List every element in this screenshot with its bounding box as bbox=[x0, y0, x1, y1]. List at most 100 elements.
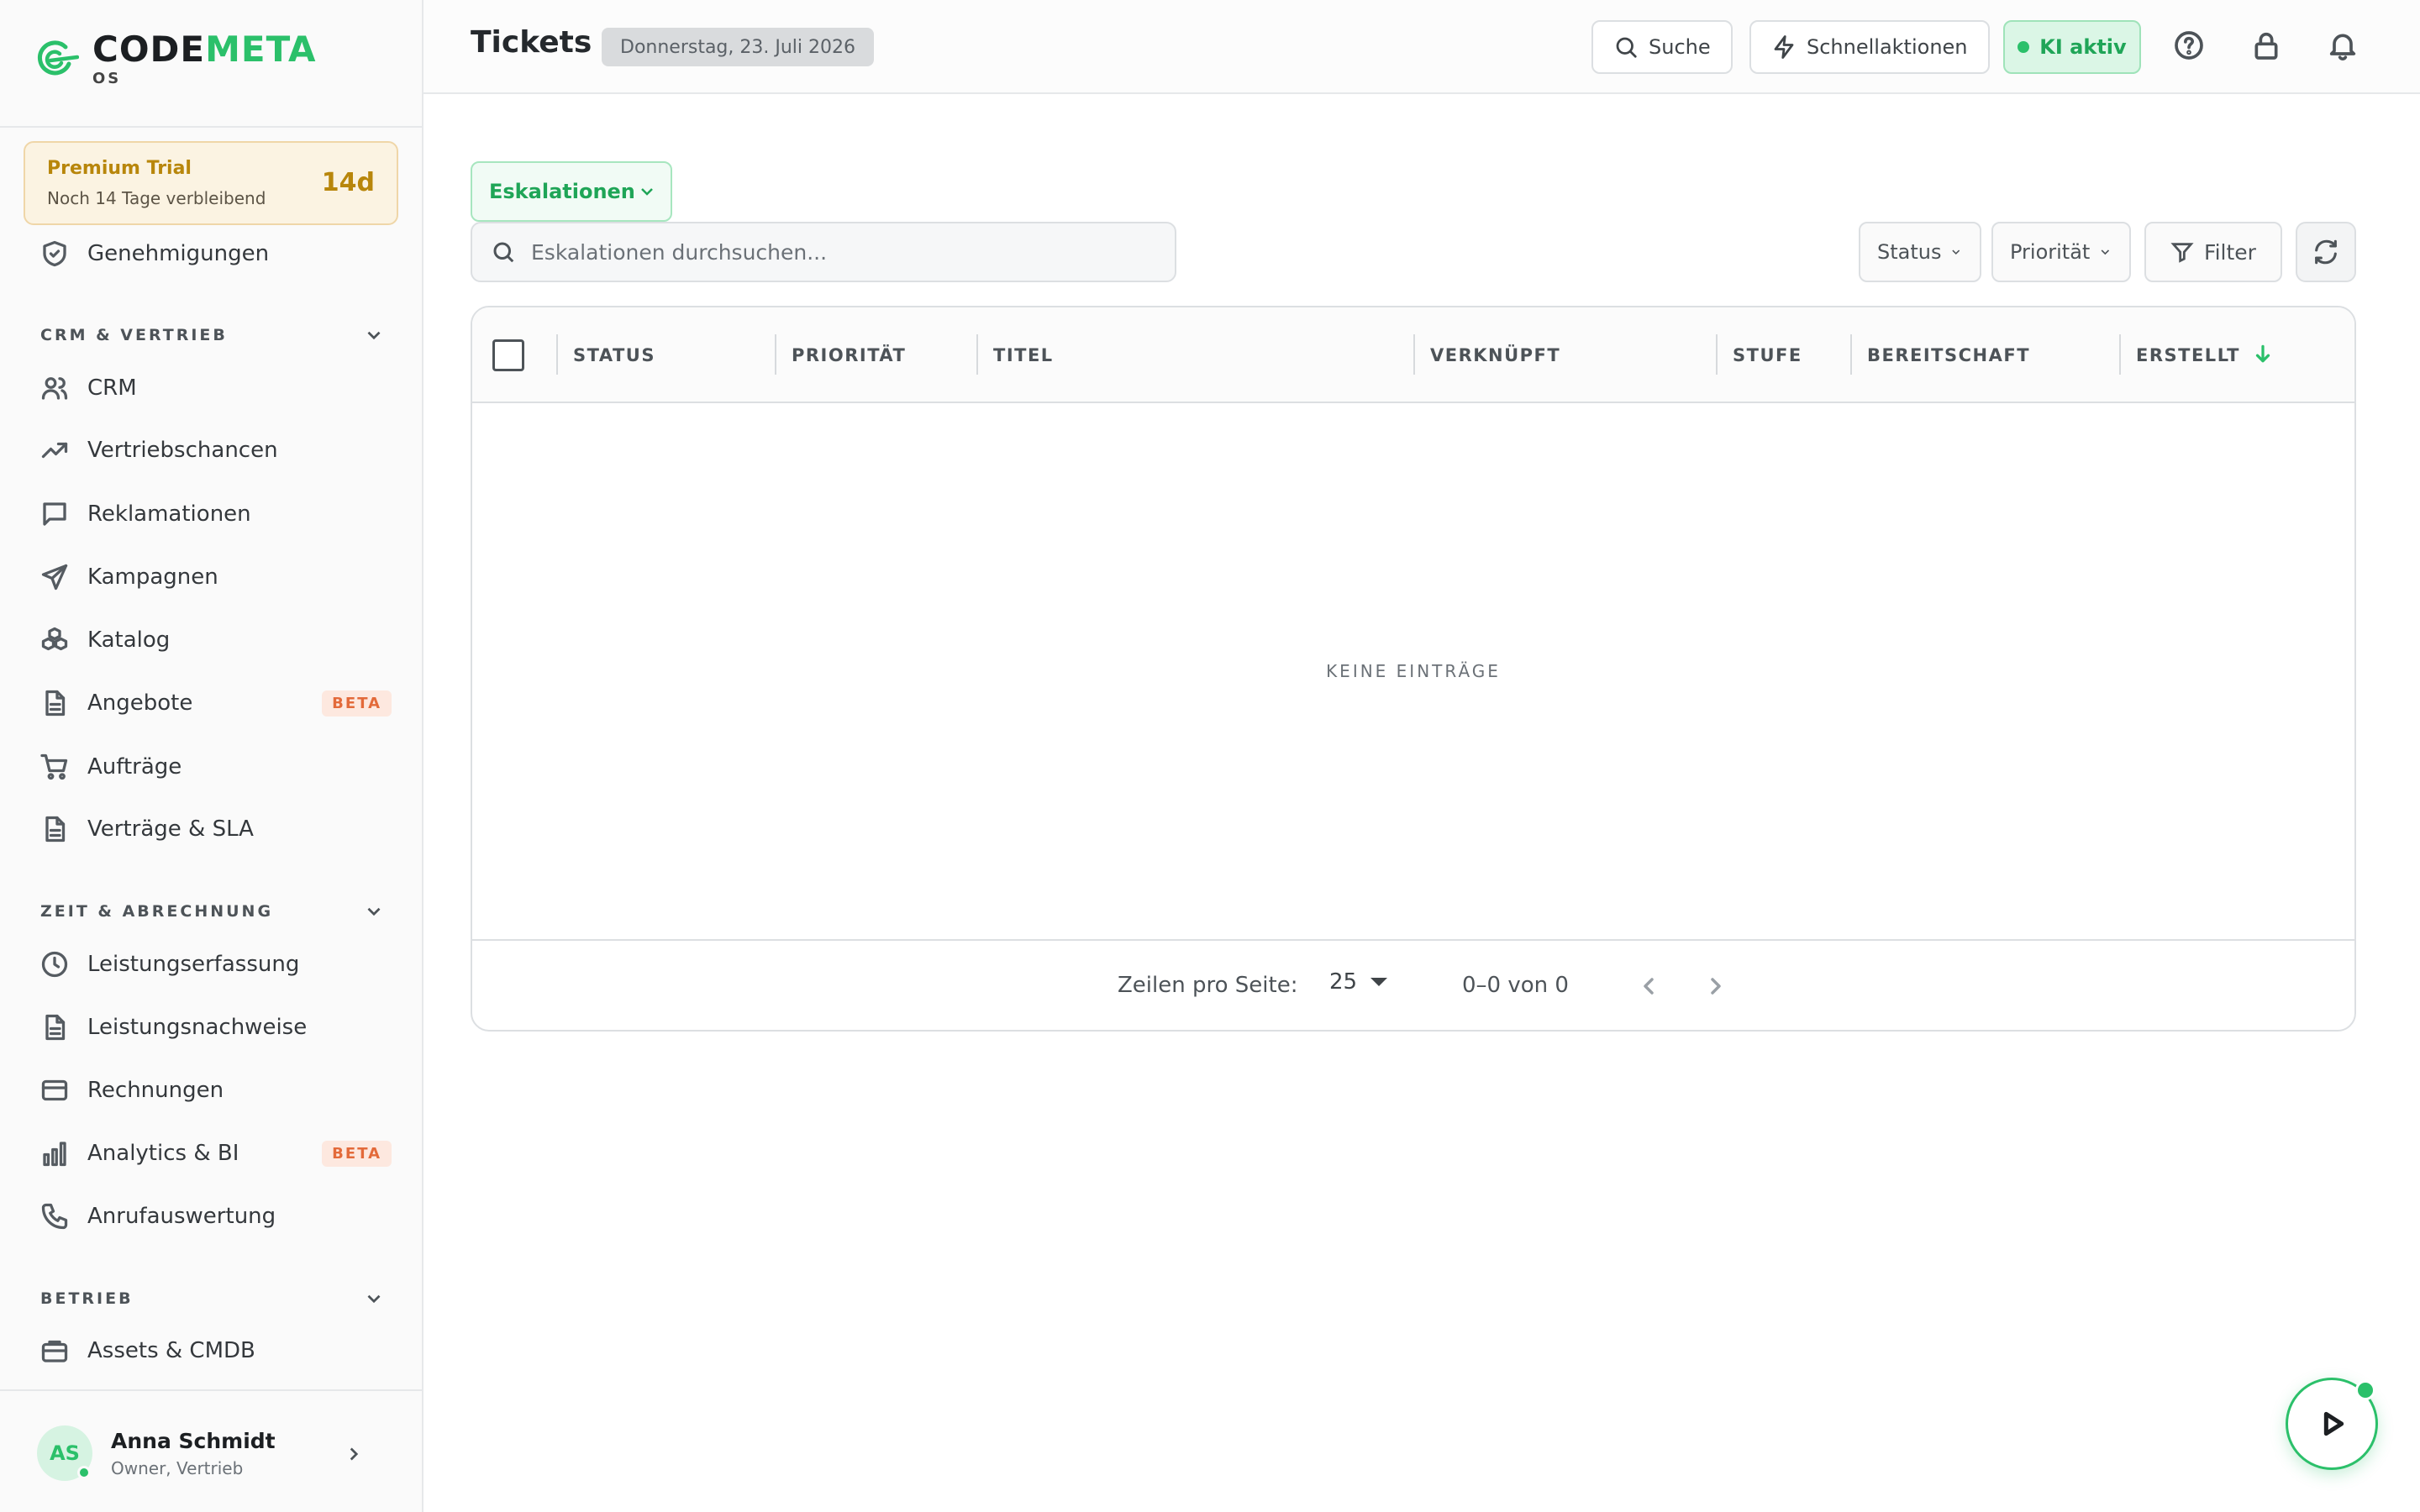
status-filter-dropdown[interactable]: Status bbox=[1859, 222, 1981, 282]
chevron-down-icon bbox=[1952, 249, 1960, 255]
next-page-button[interactable] bbox=[1702, 973, 1731, 1001]
beta-badge: BETA bbox=[322, 690, 392, 717]
search-icon bbox=[493, 242, 514, 263]
user-profile[interactable]: AS Anna Schmidt Owner, Vertrieb bbox=[37, 1423, 390, 1483]
sidebar-item-label: Reklamationen bbox=[87, 501, 251, 527]
logo-icon bbox=[37, 40, 79, 76]
column-titel[interactable]: TITEL bbox=[993, 307, 1054, 403]
table-header: STATUS PRIORITÄT TITEL VERKNÜPFT STUFE B… bbox=[472, 307, 2354, 403]
filter-button[interactable]: Filter bbox=[2144, 222, 2282, 282]
status-dot bbox=[2018, 41, 2030, 53]
column-separator bbox=[1413, 334, 1415, 375]
column-separator bbox=[556, 334, 558, 375]
sidebar-item-vertraege-sla[interactable]: Verträge & SLA bbox=[39, 809, 392, 849]
chevron-down-icon bbox=[367, 331, 381, 340]
file-text-icon bbox=[39, 813, 71, 845]
column-bereitschaft[interactable]: BEREITSCHAFT bbox=[1867, 307, 2030, 403]
search-button[interactable]: Suche bbox=[1591, 20, 1733, 74]
chevron-down-icon bbox=[2101, 249, 2110, 255]
bell-icon bbox=[2329, 34, 2356, 60]
sidebar-item-label: Katalog bbox=[87, 627, 171, 653]
sidebar-item-crm[interactable]: CRM bbox=[39, 368, 392, 408]
lock-button[interactable] bbox=[2249, 29, 2285, 64]
column-prioritaet[interactable]: PRIORITÄT bbox=[792, 307, 906, 403]
sidebar-item-vertriebschancen[interactable]: Vertriebschancen bbox=[39, 430, 392, 470]
cart-icon bbox=[39, 751, 71, 783]
arrow-down-icon bbox=[2252, 343, 2274, 369]
sidebar-item-katalog[interactable]: Katalog bbox=[39, 620, 392, 660]
logo[interactable]: CODEMETA OS bbox=[32, 25, 316, 92]
sidebar-item-assets-cmdb[interactable]: Assets & CMDB bbox=[39, 1331, 392, 1371]
column-status[interactable]: STATUS bbox=[573, 307, 655, 403]
bar-chart-icon bbox=[39, 1137, 71, 1169]
filter-icon bbox=[2170, 243, 2194, 263]
quick-actions-button[interactable]: Schnellaktionen bbox=[1749, 20, 1990, 74]
premium-trial-card[interactable]: Premium Trial Noch 14 Tage verbleibend 1… bbox=[24, 141, 398, 225]
lightning-icon bbox=[1774, 35, 1794, 59]
section-crm-vertrieb[interactable]: CRM & VERTRIEB bbox=[40, 321, 385, 349]
column-verknuepft[interactable]: VERKNÜPFT bbox=[1430, 307, 1560, 403]
table-pagination: Zeilen pro Seite: 25 0–0 von 0 bbox=[472, 939, 2354, 1030]
credit-card-icon bbox=[39, 1074, 71, 1106]
pagination-range: 0–0 von 0 bbox=[1462, 973, 1569, 998]
chevron-down-icon bbox=[367, 907, 381, 916]
refresh-button[interactable] bbox=[2296, 222, 2356, 282]
rows-per-page-select[interactable]: 25 bbox=[1329, 969, 1388, 995]
sidebar-item-kampagnen[interactable]: Kampagnen bbox=[39, 557, 392, 597]
sidebar-item-label: Kampagnen bbox=[87, 564, 218, 590]
previous-page-button[interactable] bbox=[1635, 973, 1664, 1001]
section-zeit-abrechnung[interactable]: ZEIT & ABRECHNUNG bbox=[40, 897, 385, 926]
sidebar-item-label: Angebote bbox=[87, 690, 193, 716]
column-erstellt[interactable]: ERSTELLT bbox=[2136, 307, 2274, 403]
date-chip: Donnerstag, 23. Juli 2026 bbox=[602, 28, 875, 66]
phone-icon bbox=[39, 1200, 71, 1232]
play-fab-button[interactable] bbox=[2286, 1378, 2378, 1470]
ai-status-label: KI aktiv bbox=[2039, 35, 2127, 59]
section-betrieb[interactable]: BETRIEB bbox=[40, 1284, 385, 1313]
ai-status-badge[interactable]: KI aktiv bbox=[2003, 20, 2141, 74]
search-input[interactable] bbox=[531, 239, 1153, 265]
section-title: BETRIEB bbox=[40, 1289, 134, 1308]
sidebar-item-leistungserfassung[interactable]: Leistungserfassung bbox=[39, 944, 392, 984]
view-selector-dropdown[interactable]: Eskalationen bbox=[471, 161, 672, 222]
page-title: Tickets bbox=[471, 25, 592, 60]
sidebar-item-auftraege[interactable]: Aufträge bbox=[39, 747, 392, 787]
column-separator bbox=[2119, 334, 2121, 375]
chevron-right-icon bbox=[343, 1443, 365, 1468]
status-filter-label: Status bbox=[1877, 240, 1942, 264]
notification-dot bbox=[2355, 1380, 2375, 1400]
column-stufe[interactable]: STUFE bbox=[1733, 307, 1802, 403]
select-all-checkbox[interactable] bbox=[492, 339, 524, 371]
tickets-table: STATUS PRIORITÄT TITEL VERKNÜPFT STUFE B… bbox=[471, 306, 2356, 1032]
sidebar-item-angebote[interactable]: Angebote BETA bbox=[39, 683, 392, 723]
section-title: CRM & VERTRIEB bbox=[40, 326, 228, 344]
play-icon bbox=[2323, 1411, 2344, 1436]
sidebar-item-leistungsnachweise[interactable]: Leistungsnachweise bbox=[39, 1007, 392, 1047]
sidebar-item-analytics-bi[interactable]: Analytics & BI BETA bbox=[39, 1133, 392, 1173]
online-status-dot bbox=[77, 1466, 91, 1479]
notifications-button[interactable] bbox=[2326, 29, 2361, 64]
sidebar-item-anrufauswertung[interactable]: Anrufauswertung bbox=[39, 1196, 392, 1236]
sidebar-item-label: Analytics & BI bbox=[87, 1141, 239, 1166]
sidebar-item-label: Rechnungen bbox=[87, 1078, 224, 1103]
trial-title: Premium Trial bbox=[47, 158, 192, 179]
user-name: Anna Schmidt bbox=[111, 1428, 276, 1453]
column-separator bbox=[1850, 334, 1852, 375]
send-icon bbox=[39, 561, 71, 593]
avatar: AS bbox=[37, 1425, 92, 1481]
users-icon bbox=[39, 372, 71, 404]
sidebar-item-genehmigungen[interactable]: Genehmigungen bbox=[39, 234, 392, 274]
priority-filter-dropdown[interactable]: Priorität bbox=[1991, 222, 2131, 282]
sidebar-item-rechnungen[interactable]: Rechnungen bbox=[39, 1070, 392, 1110]
search-field[interactable] bbox=[471, 222, 1176, 282]
caret-down-icon bbox=[1370, 978, 1388, 986]
help-button[interactable] bbox=[2172, 29, 2207, 64]
trial-days: 14d bbox=[321, 168, 375, 197]
column-separator bbox=[1716, 334, 1718, 375]
filter-button-label: Filter bbox=[2204, 239, 2256, 265]
search-icon bbox=[1616, 37, 1637, 58]
briefcase-icon bbox=[39, 1335, 71, 1367]
sidebar-item-reklamationen[interactable]: Reklamationen bbox=[39, 494, 392, 534]
view-selector-label: Eskalationen bbox=[489, 180, 635, 203]
column-separator bbox=[775, 334, 776, 375]
